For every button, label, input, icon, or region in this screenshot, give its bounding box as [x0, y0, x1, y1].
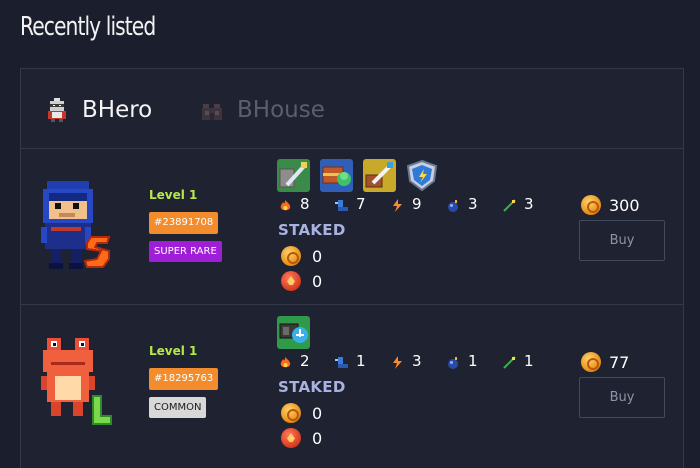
stat-bomb: 3: [447, 195, 503, 213]
stat-speed: 7: [335, 195, 391, 213]
tab-bhero[interactable]: BHero: [46, 94, 152, 126]
treasure-hunter-skill-icon: [320, 159, 353, 192]
buy-button[interactable]: Buy: [579, 220, 665, 261]
pierce-block-skill-icon: [277, 159, 310, 192]
stat-range: 1: [503, 352, 559, 370]
bcoin-icon: [581, 352, 601, 372]
bcoin-icon: [581, 195, 601, 215]
hero-avatar: [41, 336, 113, 428]
listings-panel: BHero BHouse Level 1 #23891708 SUPER RAR…: [20, 68, 684, 468]
bomb-icon: [447, 355, 460, 369]
staked-bcoin: 0: [281, 246, 322, 266]
staked-bcoin: 0: [281, 403, 322, 423]
page-title: Recently listed: [20, 12, 156, 42]
rarity-badge: COMMON: [149, 397, 207, 418]
hero-id-badge: #23891708: [149, 212, 219, 234]
staked-sen: 0: [281, 271, 322, 291]
house-icon: [201, 98, 223, 122]
hero-stats: 8 7 9 3 3: [279, 195, 559, 213]
skill-list: [277, 316, 310, 349]
tab-bar: BHero BHouse: [21, 69, 683, 149]
price: 300: [581, 195, 640, 215]
stat-power: 8: [279, 195, 335, 213]
stat-stamina: 9: [391, 195, 447, 213]
stat-power: 2: [279, 352, 335, 370]
stat-stamina: 3: [391, 352, 447, 370]
speed-boot-icon: [335, 198, 348, 211]
sen-token-icon: [281, 428, 301, 448]
bcoin-icon: [281, 246, 301, 266]
hero-avatar: [41, 179, 113, 271]
range-icon: [503, 355, 516, 369]
stat-bomb: 1: [447, 352, 503, 370]
listing-row: Level 1 #18295763 COMMON 2 1 3 1 1 STAKE…: [21, 306, 683, 462]
staked-label: STAKED: [278, 378, 346, 396]
tab-bhero-label: BHero: [82, 97, 153, 123]
hero-level: Level 1: [149, 188, 198, 202]
shield-skill-icon: [406, 159, 439, 192]
hero-helmet-icon: [46, 98, 68, 122]
stamina-icon: [391, 355, 404, 369]
stat-speed: 1: [335, 352, 391, 370]
tab-bhouse-label: BHouse: [237, 97, 325, 123]
staked-label: STAKED: [278, 221, 346, 239]
bcoin-icon: [281, 403, 301, 423]
skill-list: [277, 159, 439, 192]
rarity-badge: SUPER RARE: [149, 241, 222, 262]
stamina-icon: [391, 198, 404, 212]
sen-token-icon: [281, 271, 301, 291]
range-icon: [503, 198, 516, 212]
buy-button[interactable]: Buy: [579, 377, 665, 418]
hero-level: Level 1: [149, 344, 198, 358]
power-flame-icon: [279, 198, 292, 211]
stat-range: 3: [503, 195, 559, 213]
price: 77: [581, 352, 629, 372]
hero-id-badge: #18295763: [149, 368, 219, 390]
pierce-chest-skill-icon: [363, 159, 396, 192]
staked-sen: 0: [281, 428, 322, 448]
tab-bhouse[interactable]: BHouse: [201, 94, 325, 126]
hero-stats: 2 1 3 1 1: [279, 352, 559, 370]
speed-boot-icon: [335, 355, 348, 368]
bomb-icon: [447, 198, 460, 212]
power-flame-icon: [279, 355, 292, 368]
save-battery-skill-icon: [277, 316, 310, 349]
listing-row: Level 1 #23891708 SUPER RARE 8 7 9 3 3 S…: [21, 149, 683, 305]
